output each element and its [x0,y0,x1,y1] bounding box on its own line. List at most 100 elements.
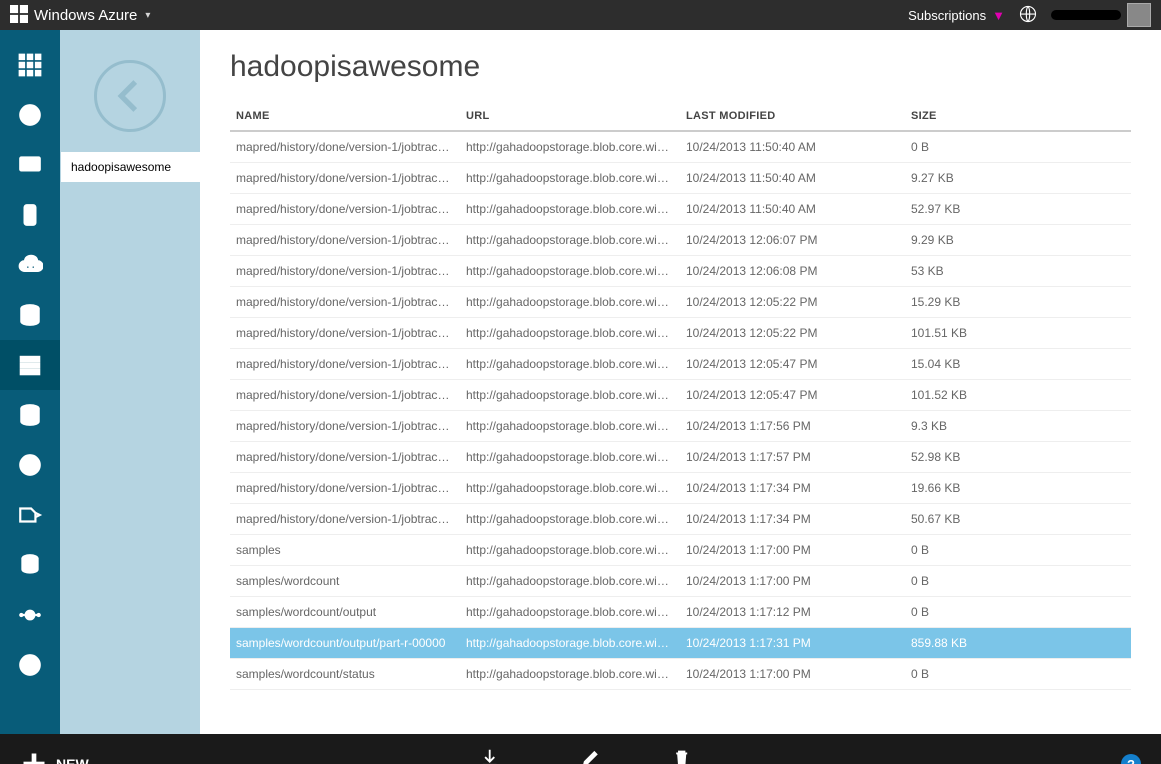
cell-url: http://gahadoopstorage.blob.core.windows [460,659,680,690]
cell-name: mapred/history/done/version-1/jobtracker… [230,225,460,256]
blob-table: NAME URL LAST MODIFIED SIZE mapred/histo… [230,102,1131,690]
topbar: Windows Azure ▾ Subscriptions ▼ [0,0,1161,30]
brand-logo[interactable]: Windows Azure [10,5,137,26]
table-row[interactable]: samples/wordcount/output/part-r-00000htt… [230,628,1131,659]
page-title: hadoopisawesome [230,50,1131,84]
cell-url: http://gahadoopstorage.blob.core.windows [460,225,680,256]
nav-networks[interactable] [0,590,60,640]
cell-name: samples/wordcount [230,566,460,597]
cell-modified: 10/24/2013 11:50:40 AM [680,194,905,225]
cell-size: 15.04 KB [905,349,1131,380]
table-row[interactable]: samples/wordcounthttp://gahadoopstorage.… [230,566,1131,597]
cell-name: mapred/history/done/version-1/jobtracker… [230,318,460,349]
table-row[interactable]: sampleshttp://gahadoopstorage.blob.core.… [230,535,1131,566]
edit-button[interactable]: EDIT [579,747,602,764]
cell-modified: 10/24/2013 11:50:40 AM [680,163,905,194]
cell-url: http://gahadoopstorage.blob.core.windows [460,442,680,473]
container-tab[interactable]: hadoopisawesome [60,152,200,182]
table-row[interactable]: mapred/history/done/version-1/jobtracker… [230,442,1131,473]
nav-mobileservices[interactable] [0,190,60,240]
cell-url: http://gahadoopstorage.blob.core.windows [460,318,680,349]
cell-name: mapred/history/done/version-1/jobtracker… [230,287,460,318]
user-account-area[interactable] [1051,3,1151,27]
col-size[interactable]: SIZE [905,102,1131,131]
cell-size: 53 KB [905,256,1131,287]
cell-url: http://gahadoopstorage.blob.core.windows [460,504,680,535]
cell-name: samples [230,535,460,566]
table-row[interactable]: mapred/history/done/version-1/jobtracker… [230,318,1131,349]
nav-virtualmachines[interactable] [0,140,60,190]
cell-modified: 10/24/2013 12:05:47 PM [680,380,905,411]
table-row[interactable]: mapred/history/done/version-1/jobtracker… [230,131,1131,163]
cell-modified: 10/24/2013 12:06:07 PM [680,225,905,256]
back-button[interactable] [94,60,166,132]
table-row[interactable]: mapred/history/done/version-1/jobtracker… [230,287,1131,318]
cell-url: http://gahadoopstorage.blob.core.windows [460,287,680,318]
cell-name: mapred/history/done/version-1/jobtracker… [230,131,460,163]
col-modified[interactable]: LAST MODIFIED [680,102,905,131]
table-row[interactable]: mapred/history/done/version-1/jobtracker… [230,349,1131,380]
table-row[interactable]: mapred/history/done/version-1/jobtracker… [230,411,1131,442]
cell-size: 0 B [905,131,1131,163]
nav-allitems[interactable] [0,40,60,90]
cell-url: http://gahadoopstorage.blob.core.windows [460,535,680,566]
new-button[interactable]: NEW [20,750,89,764]
col-name[interactable]: NAME [230,102,460,131]
nav-cloudservices[interactable] [0,240,60,290]
nav-trafficmanager[interactable] [0,640,60,690]
table-row[interactable]: mapred/history/done/version-1/jobtracker… [230,225,1131,256]
cell-url: http://gahadoopstorage.blob.core.windows [460,597,680,628]
cell-size: 50.67 KB [905,504,1131,535]
table-row[interactable]: mapred/history/done/version-1/jobtracker… [230,194,1131,225]
cell-url: http://gahadoopstorage.blob.core.windows [460,194,680,225]
nav-storage[interactable] [0,340,60,390]
nav-sqldb[interactable]: DB [0,290,60,340]
cell-size: 0 B [905,659,1131,690]
subpanel: hadoopisawesome [60,30,200,734]
subscriptions-menu[interactable]: Subscriptions ▼ [908,8,1005,23]
download-button[interactable]: DOWNLOAD [460,747,519,764]
delete-button[interactable]: DELETE [662,747,701,764]
cell-name: mapred/history/done/version-1/jobtracker… [230,380,460,411]
cell-size: 52.98 KB [905,442,1131,473]
cell-modified: 10/24/2013 1:17:00 PM [680,566,905,597]
cell-url: http://gahadoopstorage.blob.core.windows [460,473,680,504]
table-row[interactable]: samples/wordcount/statushttp://gahadoops… [230,659,1131,690]
nav-servicebus[interactable] [0,490,60,540]
table-row[interactable]: mapred/history/done/version-1/jobtracker… [230,256,1131,287]
cell-size: 0 B [905,535,1131,566]
col-url[interactable]: URL [460,102,680,131]
cell-size: 859.88 KB [905,628,1131,659]
cell-url: http://gahadoopstorage.blob.core.windows [460,349,680,380]
cell-name: mapred/history/done/version-1/jobtracker… [230,473,460,504]
cell-modified: 10/24/2013 1:17:00 PM [680,659,905,690]
service-iconbar: DB [0,30,60,734]
table-row[interactable]: mapred/history/done/version-1/jobtracker… [230,380,1131,411]
nav-sqlreporting[interactable] [0,540,60,590]
cell-url: http://gahadoopstorage.blob.core.windows [460,566,680,597]
cell-url: http://gahadoopstorage.blob.core.windows [460,131,680,163]
cell-size: 101.51 KB [905,318,1131,349]
subscriptions-label: Subscriptions [908,8,986,23]
cell-size: 9.27 KB [905,163,1131,194]
content-area: hadoopisawesome NAME URL LAST MODIFIED S… [200,30,1161,734]
cell-size: 19.66 KB [905,473,1131,504]
cell-name: samples/wordcount/status [230,659,460,690]
new-label: NEW [56,756,89,764]
help-button[interactable]: ? [1121,754,1141,764]
cell-modified: 10/24/2013 1:17:34 PM [680,504,905,535]
table-row[interactable]: mapred/history/done/version-1/jobtracker… [230,473,1131,504]
globe-icon[interactable] [1019,5,1037,26]
cell-size: 101.52 KB [905,380,1131,411]
cell-url: http://gahadoopstorage.blob.core.windows [460,628,680,659]
avatar [1127,3,1151,27]
table-row[interactable]: mapred/history/done/version-1/jobtracker… [230,163,1131,194]
table-row[interactable]: mapred/history/done/version-1/jobtracker… [230,504,1131,535]
chevron-down-icon[interactable]: ▾ [145,10,150,21]
nav-websites[interactable] [0,90,60,140]
cell-size: 52.97 KB [905,194,1131,225]
table-row[interactable]: samples/wordcount/outputhttp://gahadoops… [230,597,1131,628]
nav-hdinsight[interactable] [0,390,60,440]
cell-name: mapred/history/done/version-1/jobtracker… [230,442,460,473]
nav-mediaservices[interactable] [0,440,60,490]
